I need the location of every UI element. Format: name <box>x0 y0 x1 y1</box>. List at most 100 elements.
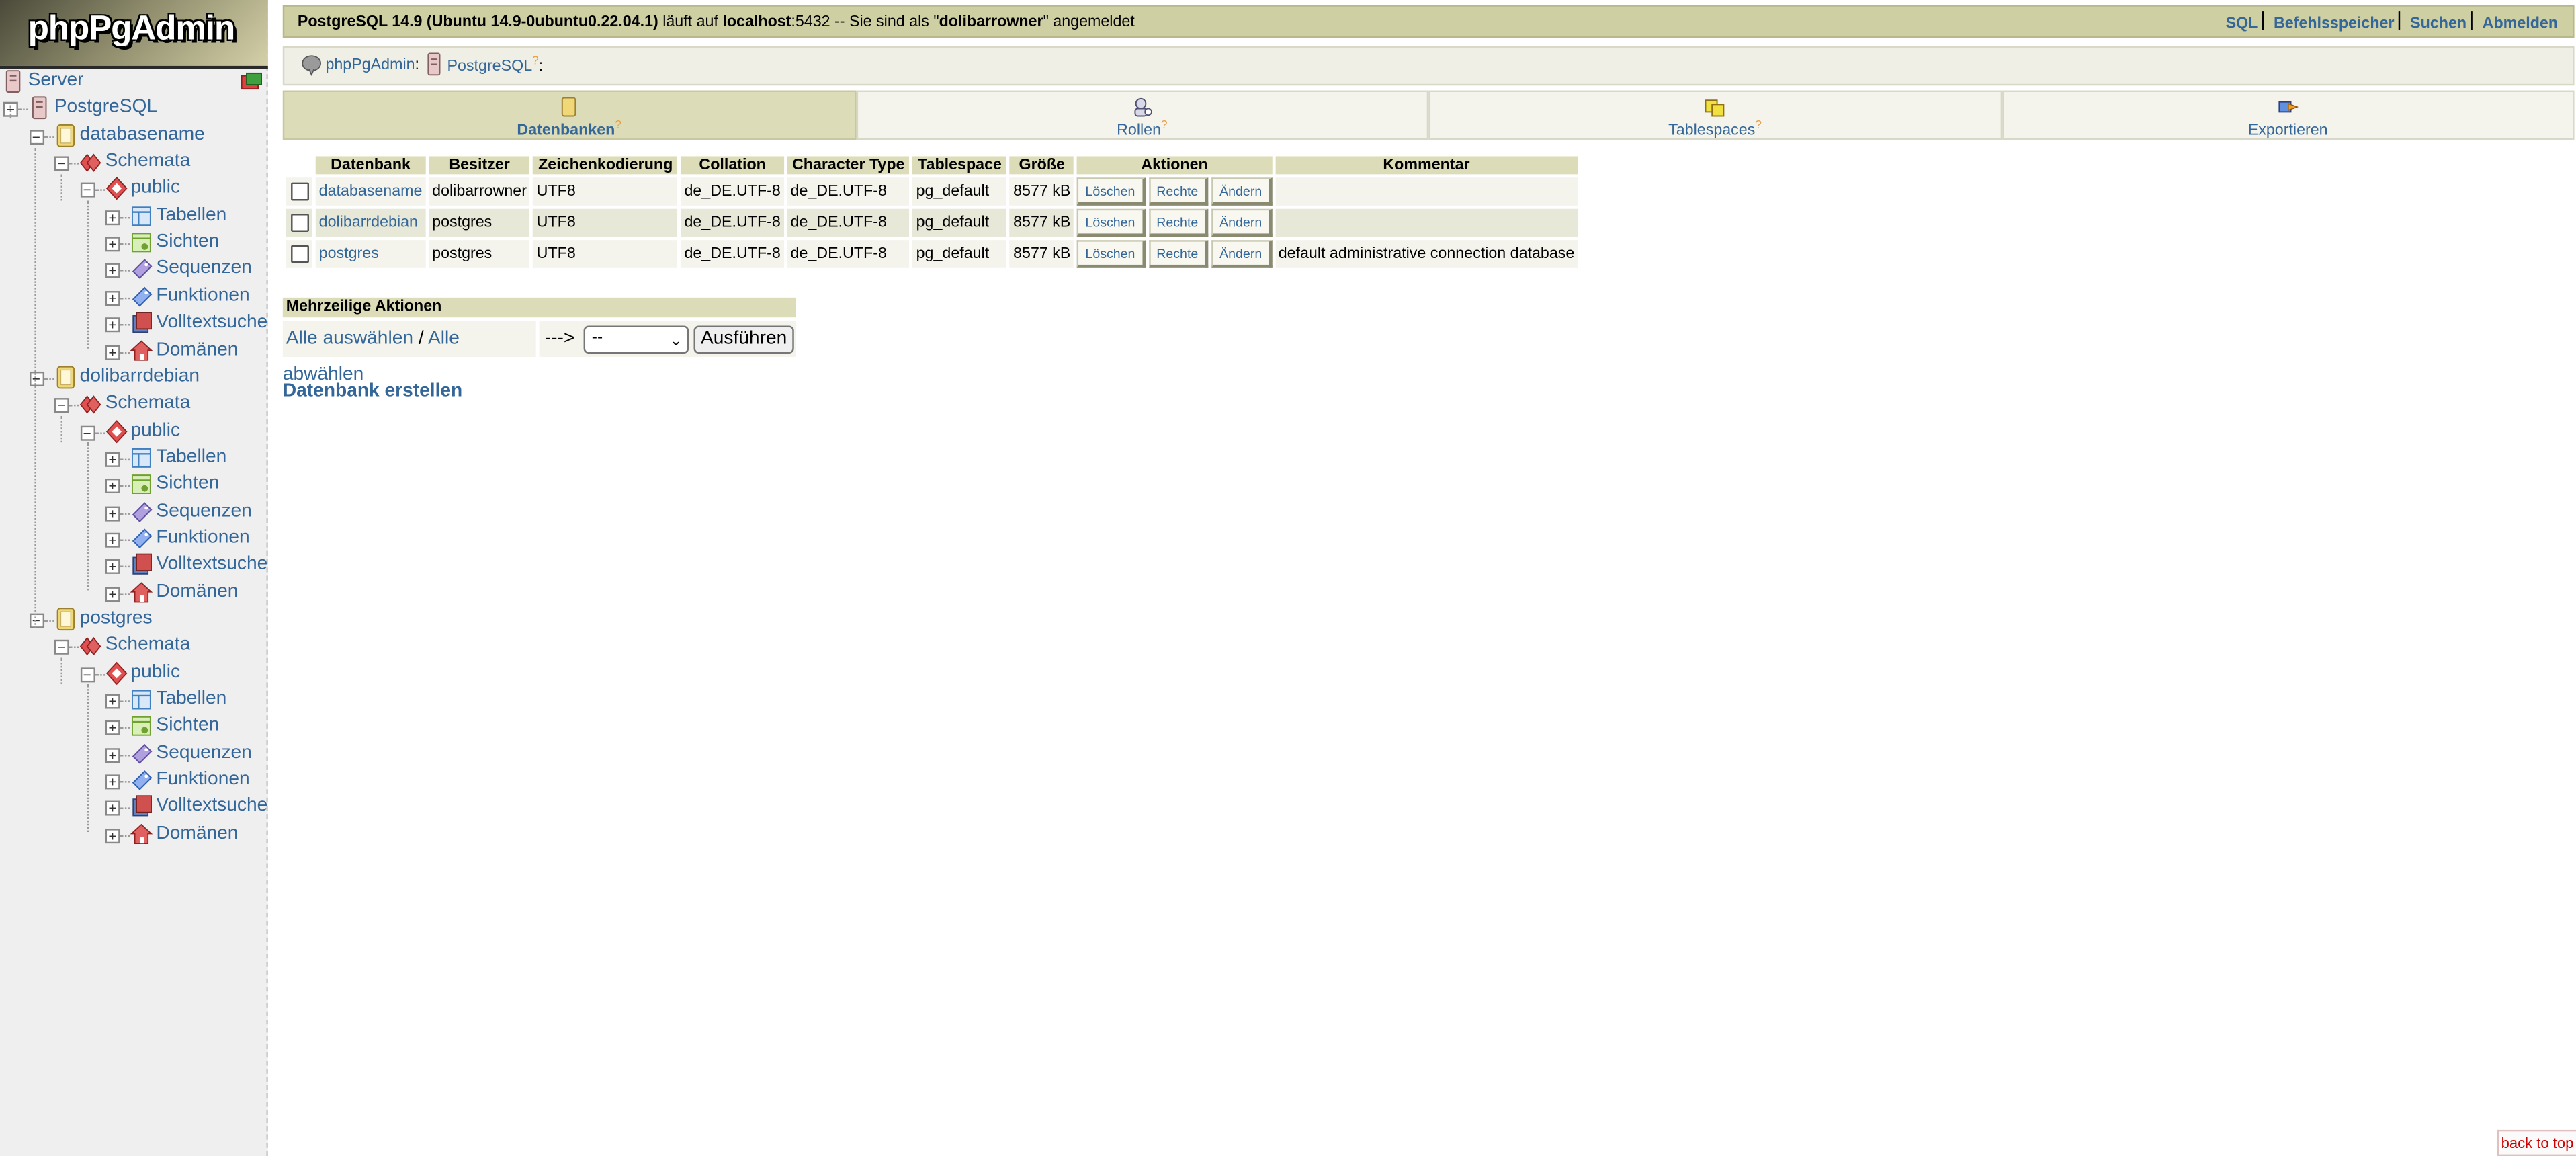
select-all-link[interactable]: Alle auswählen <box>286 329 413 348</box>
privileges-button[interactable]: Rechte <box>1148 177 1208 206</box>
tree-node-label[interactable]: PostgreSQL <box>54 94 157 120</box>
row-checkbox[interactable] <box>290 245 308 263</box>
tree-node-label[interactable]: Sequenzen <box>156 255 251 282</box>
tree-toggle-collapse[interactable]: − <box>54 398 69 413</box>
tab-export[interactable]: Exportieren <box>2001 90 2575 140</box>
privileges-button[interactable]: Rechte <box>1148 240 1208 268</box>
tree-toggle-expand[interactable]: + <box>105 586 120 602</box>
tab-tablespaces[interactable]: Tablespaces? <box>1428 90 2002 140</box>
alter-button[interactable]: Ändern <box>1211 208 1272 237</box>
tree-toggle-expand[interactable]: + <box>105 720 120 736</box>
breadcrumb-app[interactable]: phpPgAdmin: <box>325 56 419 74</box>
tree-toggle-expand[interactable]: + <box>105 210 120 225</box>
tree-node-sequences[interactable]: + Sequenzen <box>0 499 268 526</box>
help-icon[interactable]: ? <box>1161 120 1168 132</box>
tree-node-label[interactable]: Tabellen <box>156 686 226 712</box>
tree-node-schemata[interactable]: − Schemata <box>0 392 268 418</box>
tree-node-label[interactable]: Server <box>28 67 84 93</box>
tree-node-domains[interactable]: + Domänen <box>0 338 268 364</box>
tree-node-database[interactable]: − databasename <box>0 123 268 149</box>
tree-toggle-expand[interactable]: + <box>105 452 120 467</box>
search-link[interactable]: Suchen <box>2405 15 2472 33</box>
tree-node-label[interactable]: Sichten <box>156 470 219 497</box>
tree-node-fulltext-search[interactable]: + Volltextsuche <box>0 553 268 579</box>
tree-node-label[interactable]: Sequenzen <box>156 739 251 766</box>
tree-node-fulltext-search[interactable]: + Volltextsuche <box>0 311 268 337</box>
tree-toggle-expand[interactable]: + <box>105 774 120 790</box>
drop-button[interactable]: Löschen <box>1077 240 1146 268</box>
tree-node-label[interactable]: Volltextsuche <box>156 551 267 577</box>
tree-node-tables[interactable]: + Tabellen <box>0 688 268 714</box>
alter-button[interactable]: Ändern <box>1211 240 1272 268</box>
tree-node-sequences[interactable]: + Sequenzen <box>0 741 268 768</box>
alter-button[interactable]: Ändern <box>1211 177 1272 206</box>
row-checkbox[interactable] <box>290 182 308 201</box>
tree-toggle-expand[interactable]: + <box>105 801 120 817</box>
tree-toggle-expand[interactable]: + <box>105 559 120 575</box>
tree-node-schemata[interactable]: − Schemata <box>0 634 268 660</box>
tree-node-postgresql[interactable]: − PostgreSQL <box>0 96 268 122</box>
drop-button[interactable]: Löschen <box>1077 177 1146 206</box>
tree-toggle-expand[interactable]: + <box>105 344 120 360</box>
tree-toggle-expand[interactable]: + <box>105 532 120 548</box>
tree-node-label[interactable]: Sequenzen <box>156 497 251 524</box>
tree-node-label[interactable]: Tabellen <box>156 202 226 228</box>
tab-roles[interactable]: Rollen? <box>855 90 1429 140</box>
tree-toggle-expand[interactable]: + <box>105 317 120 333</box>
tree-node-label[interactable]: Volltextsuche <box>156 309 267 335</box>
execute-button[interactable]: Ausführen <box>693 325 794 354</box>
tree-toggle-collapse[interactable]: − <box>28 129 44 144</box>
tree-node-label[interactable]: Sichten <box>156 712 219 739</box>
tree-node-views[interactable]: + Sichten <box>0 231 268 257</box>
tree-toggle-collapse[interactable]: − <box>79 183 95 198</box>
tree-node-label[interactable]: Tabellen <box>156 444 226 470</box>
tree-node-label[interactable]: Funktionen <box>156 282 249 308</box>
tree-node-server[interactable]: Server <box>0 69 268 95</box>
tree-node-functions[interactable]: + Funktionen <box>0 768 268 794</box>
tree-node-label[interactable]: Schemata <box>105 632 191 658</box>
tree-node-label[interactable]: Sichten <box>156 229 219 255</box>
tree-node-tables[interactable]: + Tabellen <box>0 446 268 472</box>
privileges-button[interactable]: Rechte <box>1148 208 1208 237</box>
tab-databases[interactable]: Datenbanken? <box>282 90 856 140</box>
breadcrumb-server-label[interactable]: PostgreSQL <box>447 58 533 76</box>
tree-node-label[interactable]: postgres <box>80 605 153 631</box>
tree-node-schemata[interactable]: − Schemata <box>0 150 268 176</box>
logout-link[interactable]: Abmelden <box>2477 15 2563 33</box>
database-link[interactable]: postgres <box>319 245 379 263</box>
tree-node-label[interactable]: Schemata <box>105 390 191 416</box>
tree-node-label[interactable]: databasename <box>80 121 205 147</box>
tree-node-database[interactable]: − postgres <box>0 607 268 633</box>
tree-node-sequences[interactable]: + Sequenzen <box>0 257 268 284</box>
history-link[interactable]: Befehlsspeicher <box>2269 15 2399 33</box>
tree-node-views[interactable]: + Sichten <box>0 714 268 741</box>
tree-node-label[interactable]: public <box>131 175 181 201</box>
tree-node-domains[interactable]: + Domänen <box>0 580 268 606</box>
row-checkbox[interactable] <box>290 214 308 232</box>
breadcrumb-server[interactable]: PostgreSQL?: <box>447 56 544 75</box>
help-icon[interactable]: ? <box>1755 120 1762 132</box>
help-icon[interactable]: ? <box>532 56 539 67</box>
tree-node-tables[interactable]: + Tabellen <box>0 204 268 230</box>
database-link[interactable]: dolibarrdebian <box>319 214 418 232</box>
tree-node-views[interactable]: + Sichten <box>0 472 268 499</box>
phppgadmin-logo[interactable]: phpPgAdmin <box>0 0 268 66</box>
tree-node-label[interactable]: Funktionen <box>156 766 249 792</box>
tree-node-label[interactable]: Domänen <box>156 820 238 846</box>
tree-node-database[interactable]: − dolibarrdebian <box>0 365 268 391</box>
tree-node-schema[interactable]: − public <box>0 177 268 203</box>
tree-node-label[interactable]: Funktionen <box>156 524 249 550</box>
database-link[interactable]: databasename <box>319 183 423 201</box>
tree-toggle-collapse[interactable]: − <box>79 667 95 682</box>
tree-node-fulltext-search[interactable]: + Volltextsuche <box>0 795 268 821</box>
action-select[interactable]: -- ⌄ <box>583 325 689 354</box>
create-database-link[interactable]: Datenbank erstellen <box>283 382 462 401</box>
tree-toggle-expand[interactable]: + <box>105 290 120 306</box>
help-icon[interactable]: ? <box>615 120 621 132</box>
tree-node-schema[interactable]: − public <box>0 661 268 687</box>
tree-node-label[interactable]: Domänen <box>156 578 238 604</box>
tree-toggle-expand[interactable]: + <box>105 263 120 279</box>
tree-node-label[interactable]: public <box>131 659 181 685</box>
tree-toggle-collapse[interactable]: − <box>54 640 69 655</box>
tree-node-functions[interactable]: + Funktionen <box>0 526 268 552</box>
